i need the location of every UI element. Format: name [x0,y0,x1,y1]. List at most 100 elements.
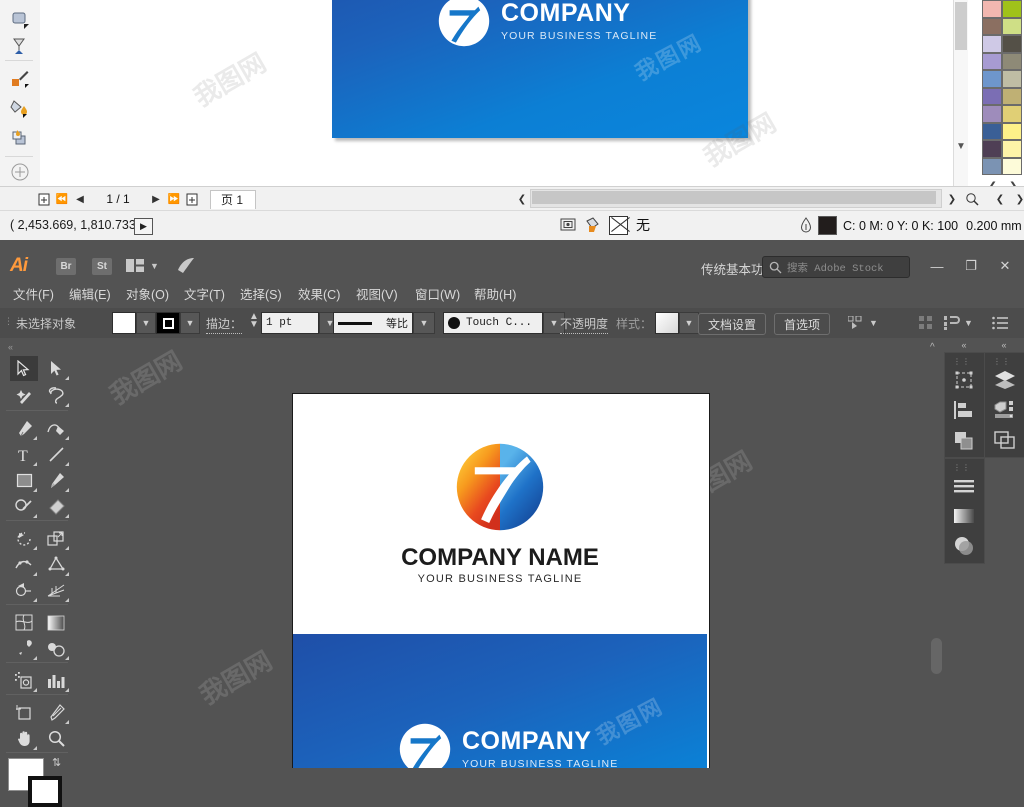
coreldraw-horizontal-scrollbar[interactable] [530,189,942,208]
palette-swatch[interactable] [1002,157,1022,175]
pen-tool[interactable] [10,416,38,441]
blend-tool[interactable] [42,636,70,661]
illustrator-document-canvas[interactable]: 我图网 我图网 我图网 COMPANY NAME YOUR BUSINESS T… [76,338,928,768]
rectangle-tool[interactable] [10,468,38,493]
palette-swatch[interactable] [982,0,1002,18]
zoom-to-page-icon[interactable] [964,191,980,207]
scroll-left-icon[interactable]: ❮ [514,191,530,207]
perspective-grid-tool[interactable] [42,578,70,603]
scrollbar-thumb[interactable] [532,191,936,204]
add-tool-button[interactable] [8,160,32,184]
palette-swatch[interactable] [982,17,1002,35]
preferences-button[interactable]: 首选项 [774,313,831,335]
options-menu-icon[interactable] [992,313,1008,333]
align-icon[interactable] [918,313,934,333]
add-page-before-icon[interactable] [36,191,52,207]
palette-swatch[interactable] [982,87,1002,105]
fill-dropdown-caret[interactable]: ▼ [136,312,156,334]
paintbrush-tool[interactable] [42,468,70,493]
interactive-fill-tool[interactable] [8,96,32,120]
direct-selection-tool[interactable] [42,356,70,381]
width-tool[interactable] [10,552,38,577]
prev-page-icon[interactable]: ◀ [72,191,88,207]
palette-swatch[interactable] [982,52,1002,70]
stroke-weight-value[interactable]: 1 pt [261,312,319,334]
drop-shadow-tool[interactable] [8,126,32,150]
hand-tool[interactable] [10,726,38,751]
coreldraw-color-palette[interactable] [982,0,1024,175]
coreldraw-vertical-scrollbar[interactable]: ▼ [953,0,968,190]
chevron-down-icon[interactable]: ▼ [150,261,159,271]
color-eyedropper-tool[interactable] [8,66,32,90]
panel-pathfinder[interactable] [949,425,979,455]
maximize-button[interactable]: ❐ [956,255,986,277]
shape-builder-tool[interactable] [10,578,38,603]
stroke-dropdown-caret[interactable]: ▼ [180,312,200,334]
panel-layers[interactable] [990,365,1020,395]
palette-swatch[interactable] [982,70,1002,88]
toolbar-grip[interactable]: « [8,342,14,352]
zoom-tool[interactable] [42,726,70,751]
panel-collapse-rail[interactable]: ^ [928,338,944,768]
smart-fill-tool[interactable] [8,34,32,58]
graphic-style-caret[interactable]: ▼ [679,312,699,334]
type-tool[interactable]: T [10,442,38,467]
page-tab-1[interactable]: 页 1 [210,189,257,209]
chevron-down-icon[interactable]: ▼ [954,138,968,154]
stock-search-input[interactable]: 搜索 Adobe Stock [762,256,910,278]
menu-file[interactable]: 文件(F) [8,286,59,304]
scrollbar-thumb[interactable] [955,2,967,50]
line-segment-tool[interactable] [42,442,70,467]
shape-tool[interactable] [8,8,32,32]
artboard-tool[interactable] [10,700,38,725]
coreldraw-canvas[interactable]: COMPANY YOUR BUSINESS TAGLINE 我图网 我图网 我图… [40,0,1024,190]
mesh-tool[interactable] [10,610,38,635]
select-similar-icon[interactable] [848,316,865,330]
double-chevron-up-icon[interactable]: ^ [930,342,935,353]
last-page-icon[interactable]: ⏩ [166,191,182,207]
slice-tool[interactable] [42,700,70,725]
stock-button[interactable]: St [92,258,112,275]
shaper-tool[interactable] [10,494,38,519]
menu-select[interactable]: 选择(S) [235,286,287,304]
gradient-tool[interactable] [42,610,70,635]
outline-pen-icon[interactable] [800,217,812,234]
swap-fill-stroke-icon[interactable]: ⇅ [52,756,61,769]
menu-type[interactable]: 文字(T) [179,286,230,304]
panel-symbols[interactable] [990,395,1020,425]
close-button[interactable]: ✕ [990,255,1020,277]
panel-scrollbar-thumb[interactable] [931,638,942,674]
menu-window[interactable]: 窗口(W) [410,286,465,304]
palette-swatch[interactable] [982,157,1002,175]
palette-swatch[interactable] [1002,87,1022,105]
palette-swatch[interactable] [1002,140,1022,158]
chevron-down-icon[interactable]: ▼ [964,318,973,328]
scale-tool[interactable] [42,526,70,551]
opacity-label[interactable]: 不透明度 [560,313,609,334]
stroke-color-box[interactable] [28,776,62,807]
minimize-button[interactable]: — [922,255,952,277]
palette-swatch[interactable] [982,122,1002,140]
next-page-icon[interactable]: ▶ [148,191,164,207]
stroke-weight-label[interactable]: 描边： [206,313,243,334]
distribute-icon[interactable] [944,315,960,331]
panel-transform[interactable] [949,365,979,395]
palette-swatch[interactable] [1002,52,1022,70]
business-card-back[interactable]: COMPANY YOUR BUSINESS TAGLINE 我图网 [293,634,707,768]
symbol-sprayer-tool[interactable] [10,668,38,693]
menu-effect[interactable]: 效果(C) [293,286,345,304]
stroke-color-swatch[interactable] [156,312,180,334]
play-icon[interactable]: ▶ [134,218,153,235]
collapse-panels-left-icon[interactable]: « [944,338,984,352]
stroke-weight-stepper[interactable]: ▲ ▼ [249,312,259,333]
outline-color-swatch[interactable] [818,216,837,235]
palette-swatch[interactable] [982,140,1002,158]
fill-bucket-icon[interactable] [584,217,601,233]
arrange-documents-icon[interactable] [126,259,144,273]
document-setup-button[interactable]: 文档设置 [698,313,767,335]
fill-color-swatch[interactable] [112,312,136,334]
palette-swatch[interactable] [1002,17,1022,35]
first-page-icon[interactable]: ⏪ [54,191,70,207]
no-fill-swatch[interactable] [609,215,628,235]
nav-next-icon[interactable]: ❯ [1012,191,1024,207]
